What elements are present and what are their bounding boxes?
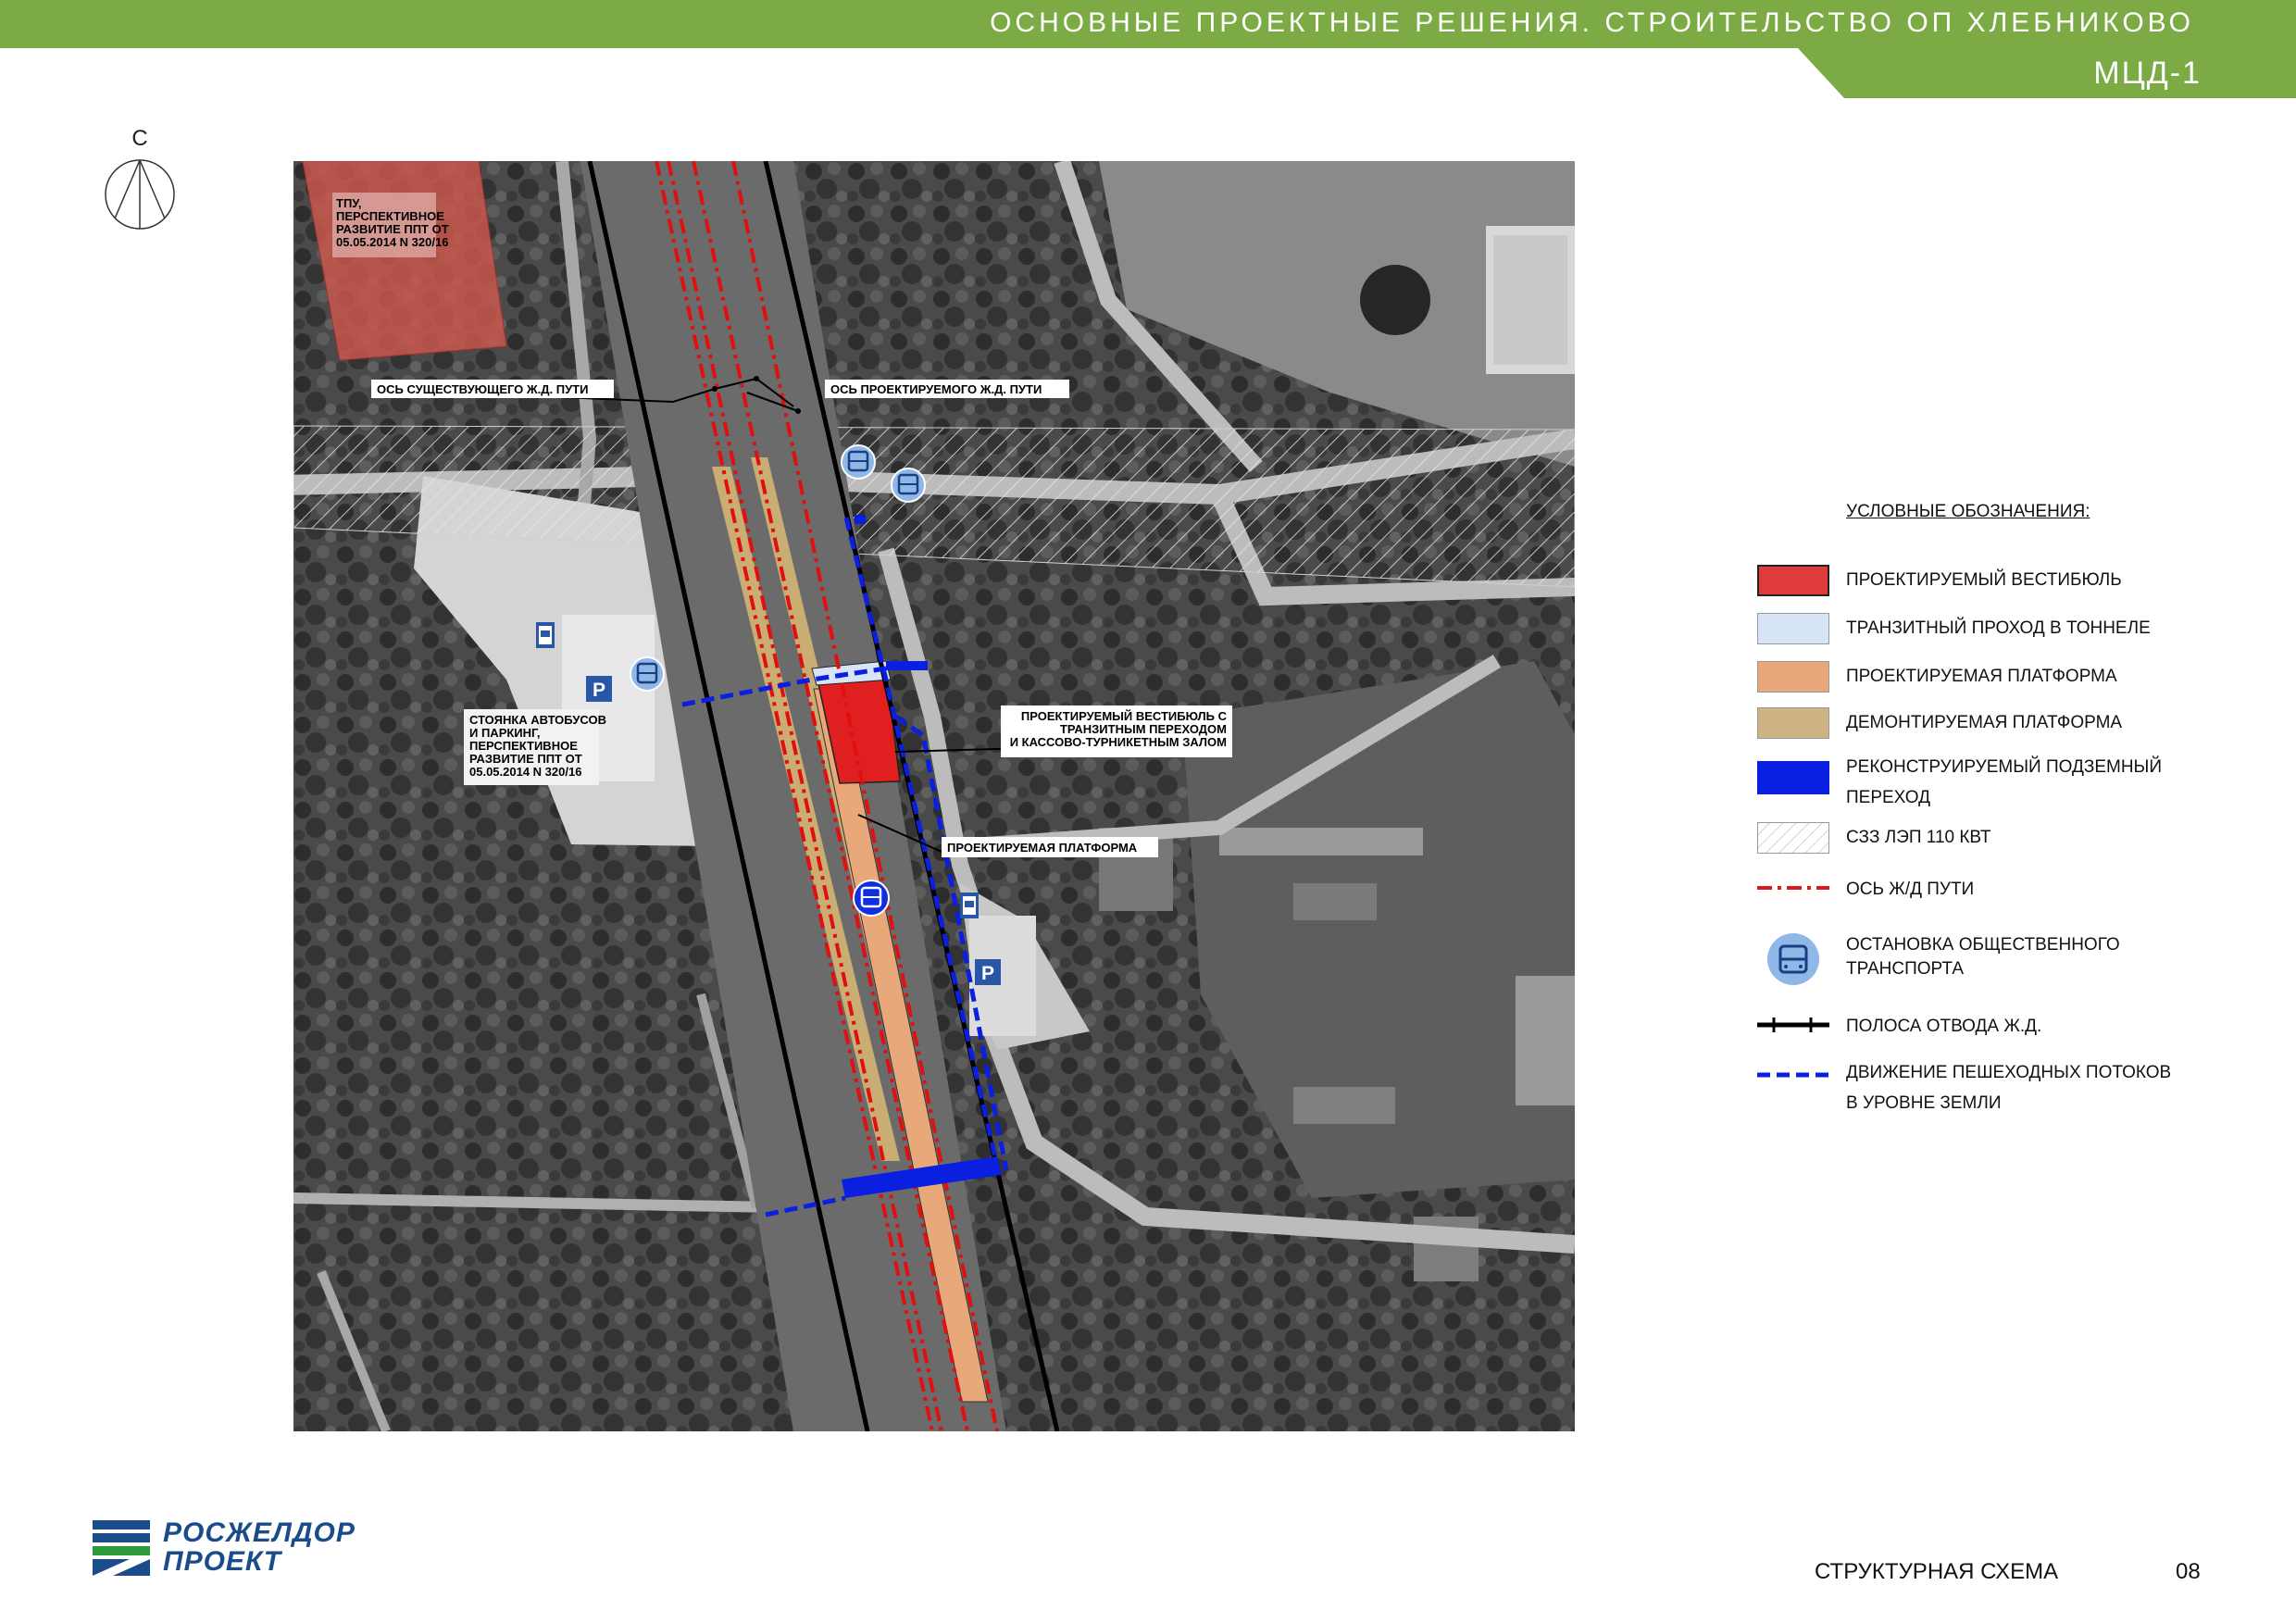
page-title: ОСНОВНЫЕ ПРОЕКТНЫЕ РЕШЕНИЯ. СТРОИТЕЛЬСТВ…	[990, 7, 2194, 38]
project-code: МЦД-1	[2093, 56, 2202, 91]
legend-label: ПОЛОСА ОТВОДА Ж.Д.	[1846, 1017, 2042, 1036]
label-vestibule: ПРОЕКТИРУЕМЫЙ ВЕСТИБЮЛЬ С ТРАНЗИТНЫМ ПЕР…	[1001, 705, 1232, 757]
tpu-line-2: ПЕРСПЕКТИВНОЕ	[336, 209, 444, 223]
company-logo: РОСЖЕЛДОР ПРОЕКТ	[93, 1518, 370, 1579]
legend-label: ДВИЖЕНИЕ ПЕШЕХОДНЫХ ПОТОКОВ	[1846, 1063, 2172, 1082]
projected-axis-label: ОСЬ ПРОЕКТИРУЕМОГО Ж.Д. ПУТИ	[830, 382, 1042, 396]
parking-sign-left: P	[586, 676, 612, 702]
svg-text:P: P	[981, 963, 994, 984]
bus-stop-icon-3	[630, 656, 665, 692]
logo-line-1: РОСЖЕЛДОР	[163, 1517, 356, 1548]
bus-parking-line-1: СТОЯНКА АВТОБУСОВ	[469, 713, 606, 727]
north-arrow: С	[102, 126, 178, 246]
page-number: 08	[2176, 1559, 2201, 1584]
legend-label: ТРАНЗИТНЫЙ ПРОХОД В ТОННЕЛЕ	[1846, 618, 2151, 638]
sheet-name: СТРУКТУРНАЯ СХЕМА	[1815, 1559, 2059, 1584]
legend-line-black	[1757, 1017, 1829, 1032]
bus-parking-line-4: РАЗВИТИЕ ППТ ОТ	[469, 752, 582, 766]
tpu-line-4: 05.05.2014 N 320/16	[336, 235, 448, 249]
vestibule-line-2: ТРАНЗИТНЫМ ПЕРЕХОДОМ	[1060, 722, 1227, 736]
bus-stop-icon-4	[853, 880, 890, 917]
bus-sign-left	[536, 622, 555, 648]
bus-parking-line-2: И ПАРКИНГ,	[469, 726, 541, 740]
legend-title: УСЛОВНЫЕ ОБОЗНАЧЕНИЯ:	[1846, 502, 2090, 521]
site-plan-map: ТПУ, ПЕРСПЕКТИВНОЕ РАЗВИТИЕ ППТ ОТ 05.05…	[293, 161, 1575, 1431]
label-tpu: ТПУ, ПЕРСПЕКТИВНОЕ РАЗВИТИЕ ППТ ОТ 05.05…	[332, 193, 449, 257]
legend-label: ПЕРЕХОД	[1846, 788, 1930, 807]
legend-label: ДЕМОНТИРУЕМАЯ ПЛАТФОРМА	[1846, 713, 2123, 732]
bus-parking-line-3: ПЕРСПЕКТИВНОЕ	[469, 739, 578, 753]
label-existing-axis: ОСЬ СУЩЕСТВУЮЩЕГО Ж.Д. ПУТИ	[371, 380, 614, 398]
legend-label: ПРОЕКТИРУЕМЫЙ ВЕСТИБЮЛЬ	[1846, 570, 2122, 590]
legend-label: СЗЗ ЛЭП 110 КВТ	[1846, 828, 1991, 847]
legend-swatch-blue	[1757, 761, 1829, 794]
parking-sign-right: P	[975, 959, 1001, 985]
logo-mark-icon	[93, 1520, 150, 1576]
label-platform: ПРОЕКТИРУЕМАЯ ПЛАТФОРМА	[942, 837, 1158, 857]
legend-swatch-hatch	[1757, 822, 1829, 854]
legend-label: В УРОВНЕ ЗЕМЛИ	[1846, 1093, 2002, 1113]
label-bus-parking: СТОЯНКА АВТОБУСОВ И ПАРКИНГ, ПЕРСПЕКТИВН…	[464, 709, 606, 785]
vestibule-line-3: И КАССОВО-ТУРНИКЕТНЫМ ЗАЛОМ	[1010, 735, 1227, 749]
platform-label: ПРОЕКТИРУЕМАЯ ПЛАТФОРМА	[947, 841, 1138, 855]
tpu-line-3: РАЗВИТИЕ ППТ ОТ	[336, 222, 449, 236]
legend-line-blue-dashed	[1757, 1072, 1829, 1078]
legend-label: ОСЬ Ж/Д ПУТИ	[1846, 880, 1975, 899]
legend-swatch-orange	[1757, 661, 1829, 693]
svg-text:P: P	[593, 680, 605, 701]
bus-stop-icon	[1767, 933, 1819, 985]
existing-axis-label: ОСЬ СУЩЕСТВУЮЩЕГО Ж.Д. ПУТИ	[377, 382, 588, 396]
bus-stop-icon-1	[841, 444, 876, 480]
legend-swatch-tan	[1757, 707, 1829, 739]
north-label: С	[131, 126, 148, 151]
legend-label: ТРАНСПОРТА	[1846, 959, 1965, 979]
legend-line-red-dashdot	[1757, 886, 1829, 890]
vestibule-line-1: ПРОЕКТИРУЕМЫЙ ВЕСТИБЮЛЬ С	[1021, 709, 1228, 723]
logo-text: РОСЖЕЛДОР ПРОЕКТ	[163, 1518, 356, 1576]
compass-icon	[105, 159, 175, 230]
tpu-line-1: ТПУ,	[336, 196, 362, 210]
bus-stop-icon-2	[891, 468, 926, 503]
logo-line-2: ПРОЕКТ	[163, 1546, 282, 1577]
legend-swatch-lightblue	[1757, 613, 1829, 644]
legend-label: ПРОЕКТИРУЕМАЯ ПЛАТФОРМА	[1846, 667, 2117, 686]
bus-parking-line-5: 05.05.2014 N 320/16	[469, 765, 581, 779]
bus-sign-right	[960, 893, 979, 918]
legend-label: РЕКОНСТРУИРУЕМЫЙ ПОДЗЕМНЫЙ	[1846, 757, 2163, 777]
label-projected-axis: ОСЬ ПРОЕКТИРУЕМОГО Ж.Д. ПУТИ	[825, 380, 1069, 398]
legend-swatch-red	[1757, 565, 1829, 596]
